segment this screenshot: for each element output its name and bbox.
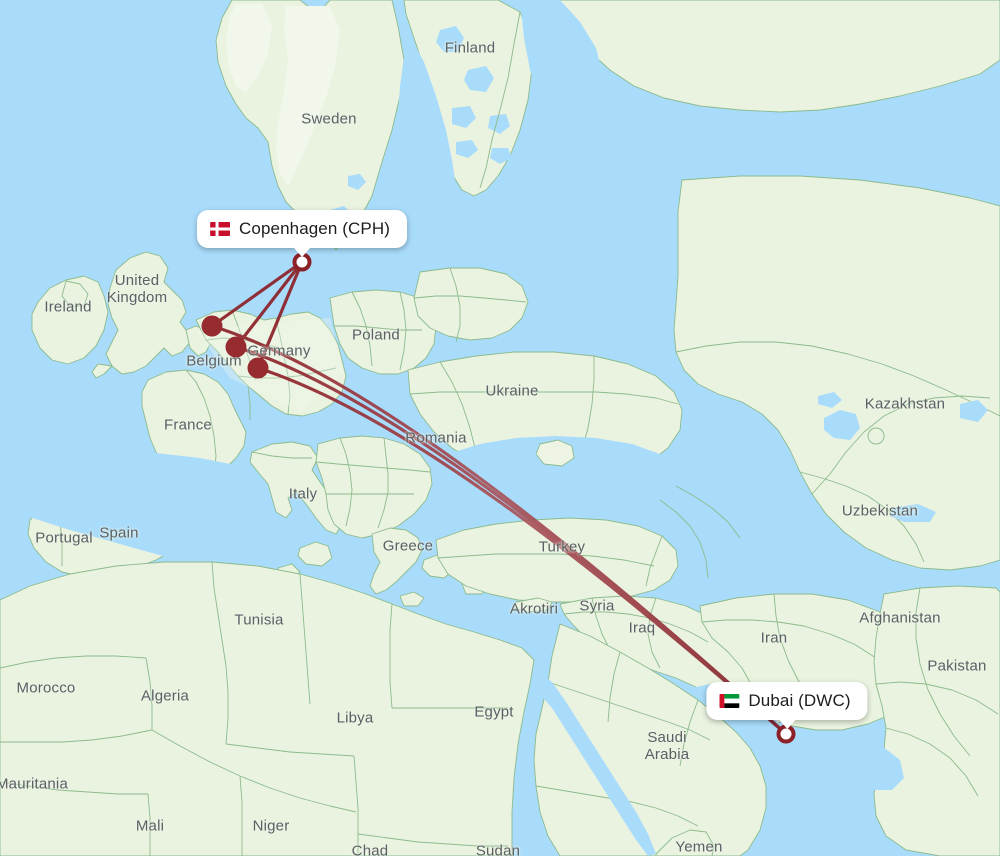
waypoint-marker-1[interactable] [201, 315, 223, 337]
flight-route-map[interactable]: .land{fill:#eaf3e0;stroke:#8cba8c;stroke… [0, 0, 1000, 856]
waypoint-marker-3[interactable] [247, 357, 269, 379]
route-arcs-layer [210, 260, 788, 736]
callout-tail [777, 719, 796, 729]
airport-callout-cph[interactable]: Copenhagen (CPH) [197, 210, 407, 257]
denmark-flag-icon [210, 222, 231, 236]
waypoint-marker-2[interactable] [225, 336, 247, 358]
callout-tail [293, 247, 311, 257]
airport-label-dwc: Dubai (DWC) [748, 691, 851, 710]
airport-label-cph: Copenhagen (CPH) [239, 219, 390, 238]
uae-flag-icon [719, 694, 740, 708]
airport-callout-dwc[interactable]: Dubai (DWC) [706, 682, 868, 729]
